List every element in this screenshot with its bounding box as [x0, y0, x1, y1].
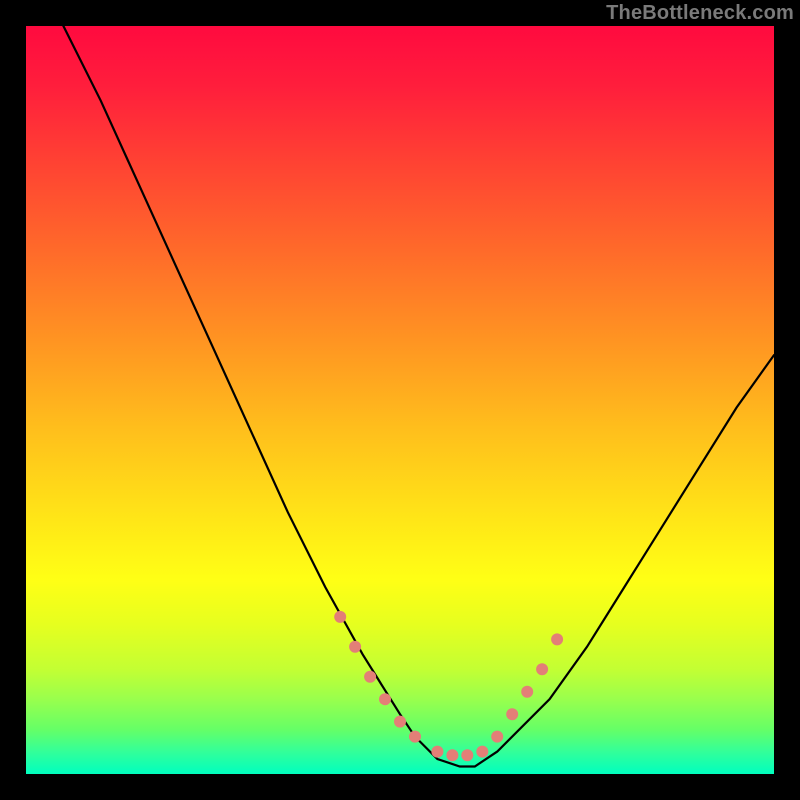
marker-dot [491, 731, 503, 743]
marker-dot [364, 671, 376, 683]
marker-dot [521, 686, 533, 698]
marker-dot [461, 749, 473, 761]
watermark-text: TheBottleneck.com [606, 2, 794, 25]
marker-dot [446, 749, 458, 761]
marker-dot [506, 708, 518, 720]
marker-dot [394, 716, 406, 728]
marker-dot [536, 663, 548, 675]
bottleneck-curve [63, 26, 774, 767]
marker-dot [379, 693, 391, 705]
marker-dot [409, 731, 421, 743]
plot-area [26, 26, 774, 774]
marker-dot [476, 746, 488, 758]
marker-dot [551, 633, 563, 645]
chart-stage: TheBottleneck.com [0, 0, 800, 800]
marker-group [334, 611, 563, 761]
marker-dot [334, 611, 346, 623]
curve-layer [26, 26, 774, 774]
marker-dot [431, 746, 443, 758]
marker-dot [349, 641, 361, 653]
